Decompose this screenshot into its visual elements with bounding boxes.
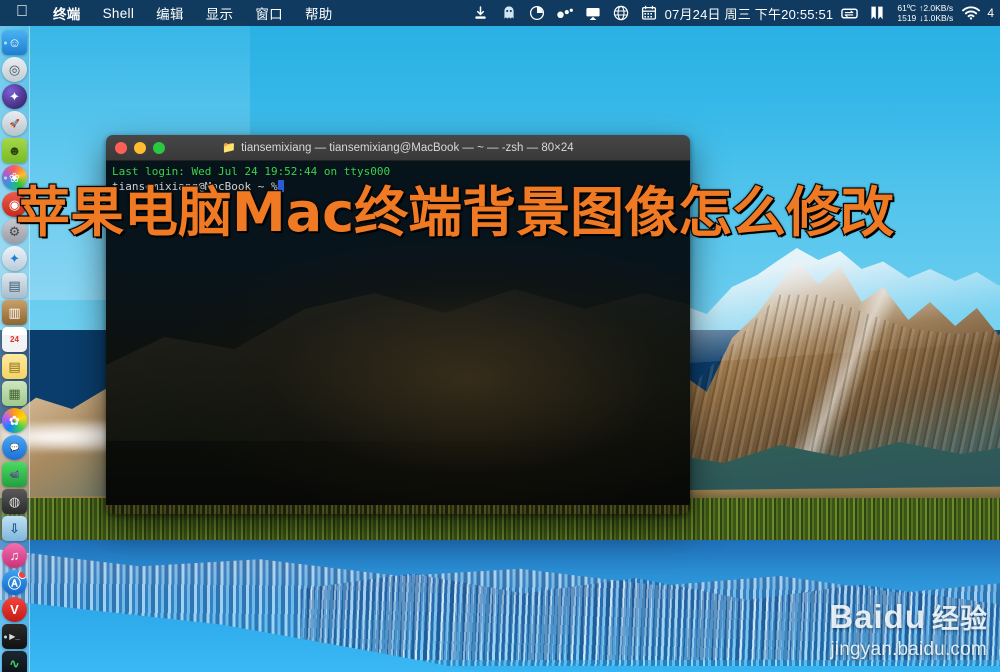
dock-item-facetime-app[interactable]: 📹 [2,462,27,487]
dock-item-preview-app[interactable]: ▤ [2,273,27,298]
notes-app-icon: ▤ [8,358,21,374]
terminal-title-text: tiansemixiang — tiansemixiang@MacBook — … [241,141,574,154]
dock-item-android-app[interactable]: ☻ [2,138,27,163]
globe-icon[interactable] [610,3,632,23]
running-indicator [4,41,7,44]
dock-item-terminal-app[interactable]: ▶_ [2,624,27,649]
dock-item-contacts-app[interactable]: ▥ [2,300,27,325]
menu-item-edit[interactable]: 编辑 [145,1,195,25]
running-indicator [4,635,7,638]
dock-item-messages-app[interactable]: 💬 [2,435,27,460]
terminal-title: 📁 tiansemixiang — tiansemixiang@MacBook … [106,141,690,155]
pie-chart-icon[interactable] [526,3,548,23]
download-icon[interactable] [470,3,492,23]
calendar-icon[interactable] [638,3,660,23]
menu-bar-left:  终端 Shell 编辑 显示 窗口 帮助 [10,1,344,25]
dots-icon[interactable] [554,3,576,23]
menu-bar-clock[interactable]: 07月24日 周三 下午20:55:51 [663,4,836,23]
dock-item-finder[interactable]: ☺ [2,30,27,55]
menu-bar-status-area: 07月24日 周三 下午20:55:51 61ºC ↑2.0KB/s 1519 … [467,3,994,23]
menu-item-terminal[interactable]: 终端 [42,1,92,25]
dock-item-planet-app[interactable]: ✦ [2,84,27,109]
dock-item-airdrop-app[interactable]: ⇩ [2,516,27,541]
cpu-temperature: 61ºC [897,3,917,13]
dock: ☺◎✦🚀☻❀◉⚙✦▤▥24▤▦✿💬📹◍⇩♫ⒶV▶_∿S▌VPN+Y💬 [0,26,30,672]
maps-app-icon: ▦ [8,385,21,401]
notification-badge [18,570,27,579]
terminal-background-strip [106,505,690,514]
maximize-button[interactable] [153,141,165,154]
terminal-background-image [106,289,690,441]
terminal-app-icon: ▶_ [9,632,20,641]
dock-item-launchpad-alt[interactable]: ◎ [2,57,27,82]
dock-item-itunes-app[interactable]: ♫ [2,543,27,568]
finder-icon: ☺ [7,35,22,50]
dock-item-calendar-app[interactable]: 24 [2,327,27,352]
menu-item-help[interactable]: 帮助 [294,1,344,25]
watermark-logo: Baidu 经验 [829,598,988,638]
planet-app-icon: ✦ [9,88,20,104]
calendar-app-icon: 24 [10,335,19,344]
apple-logo-icon[interactable]:  [10,4,42,22]
activity-monitor-icon: ∿ [9,655,20,671]
watermark-url: jingyan.baidu.com [830,639,987,660]
airplay-icon[interactable] [582,3,604,23]
dock-item-rocket-launcher[interactable]: 🚀 [2,111,27,136]
running-indicator [4,176,7,179]
terminal-title-bar[interactable]: 📁 tiansemixiang — tiansemixiang@MacBook … [106,135,690,161]
menu-item-window[interactable]: 窗口 [244,1,294,25]
baidu-watermark: Baidu 经验 jingyan.baidu.com [829,598,988,662]
dock-item-notes-app[interactable]: ▤ [2,354,27,379]
dock-item-maps-app[interactable]: ▦ [2,381,27,406]
android-app-icon: ☻ [7,143,22,158]
menu-item-view[interactable]: 显示 [195,1,245,25]
upload-speed: ↑2.0KB/s [919,3,954,13]
wifi-icon[interactable] [960,3,982,23]
launchpad-alt-icon: ◎ [8,61,21,77]
battery-percentage[interactable]: 4 [985,6,994,20]
fan-rpm: 1519 [897,13,917,23]
menu-item-shell[interactable]: Shell [92,4,146,23]
dock-item-photos-iphoto[interactable]: ✿ [2,408,27,433]
app-store-dark-icon: ◍ [8,493,21,509]
preview-app-icon: ▤ [8,277,21,293]
itunes-app-icon: ♫ [9,548,20,563]
flag-icon[interactable] [866,3,888,23]
overlay-headline: 苹果电脑Mac终端背景图像怎么修改 [15,180,896,246]
dock-item-app-store[interactable]: Ⓐ [2,570,27,595]
system-stats[interactable]: 61ºC ↑2.0KB/s 1519 ↓1.0KB/s [897,3,953,23]
watermark-brand: Baidu [829,598,926,635]
dock-item-safari[interactable]: ✦ [2,246,27,271]
photos-iphoto-icon: ✿ [9,412,20,428]
contacts-app-icon: ▥ [8,304,21,320]
close-button[interactable] [115,141,127,154]
facetime-app-icon: 📹 [9,470,20,479]
menu-bar:  终端 Shell 编辑 显示 窗口 帮助 07月24日 周三 下午20:55… [0,0,1000,26]
vivaldi-browser-icon: V [10,602,19,617]
download-speed: ↓1.0KB/s [919,13,954,23]
safari-icon: ✦ [9,250,20,266]
dock-item-app-store-dark[interactable]: ◍ [2,489,27,514]
minimize-button[interactable] [134,141,146,154]
keyboard-switch-icon[interactable] [838,3,860,23]
rocket-launcher-icon: 🚀 [9,119,20,128]
airdrop-app-icon: ⇩ [9,520,20,536]
terminal-folder-icon: 📁 [222,142,237,154]
dock-item-vivaldi-browser[interactable]: V [2,597,27,622]
watermark-brand-cn: 经验 [932,604,988,634]
messages-app-icon: 💬 [9,443,20,452]
dock-item-activity-monitor[interactable]: ∿ [2,651,27,672]
ghost-icon[interactable] [498,3,520,23]
